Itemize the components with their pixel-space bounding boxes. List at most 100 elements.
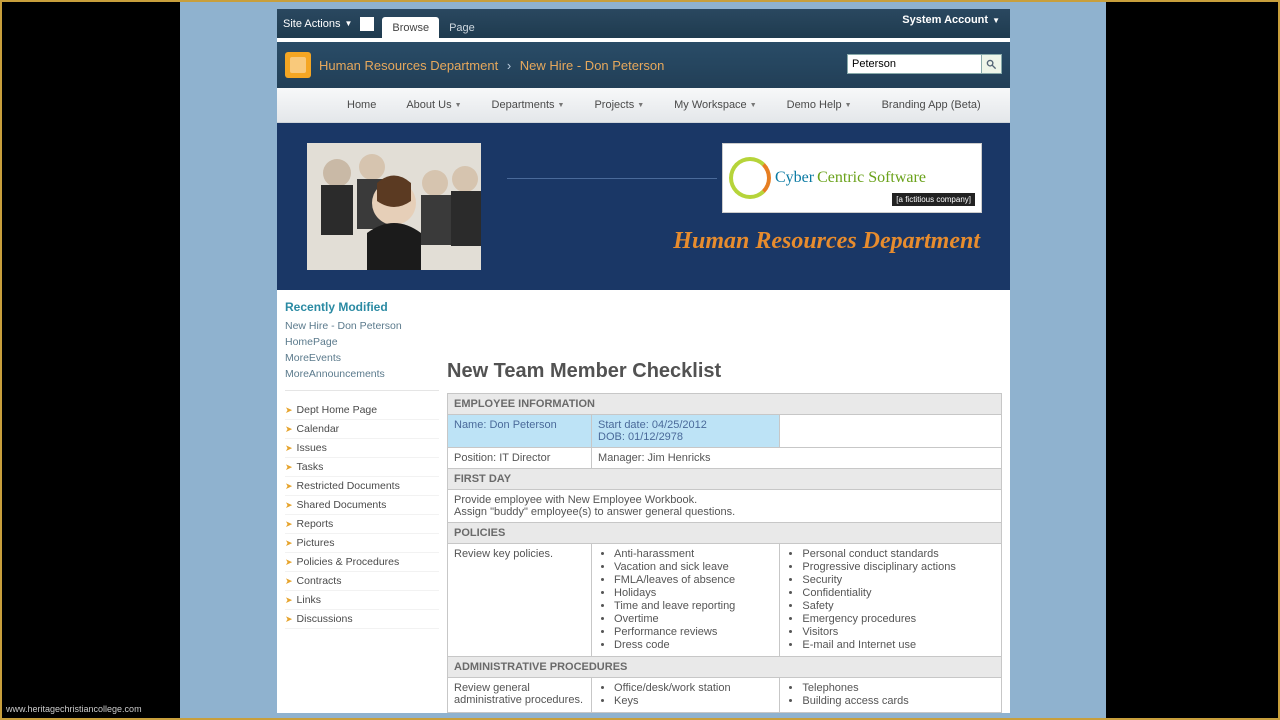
arrow-icon: ➤ [285,576,293,587]
arrow-icon: ➤ [285,595,293,606]
nav-my-workspace[interactable]: My Workspace▼ [674,99,756,111]
list-item: Anti-harassment [614,548,773,560]
ql-links[interactable]: ➤Links [285,591,439,610]
list-item: Holidays [614,587,773,599]
ql-pictures[interactable]: ➤Pictures [285,534,439,553]
list-item: Security [802,574,995,586]
arrow-icon: ➤ [285,500,293,511]
emp-blank [780,415,1002,448]
edit-page-icon[interactable] [360,17,374,31]
ql-tasks[interactable]: ➤Tasks [285,458,439,477]
ql-restricted-docs[interactable]: ➤Restricted Documents [285,477,439,496]
watermark: www.heritagechristiancollege.com [6,704,142,714]
tab-page[interactable]: Page [439,17,485,38]
search-input[interactable] [847,54,982,74]
recent-link[interactable]: HomePage [285,336,439,348]
list-item: Dress code [614,639,773,651]
emp-manager: Manager: Jim Henricks [592,448,1002,469]
nav-about-us[interactable]: About Us▼ [406,99,461,111]
arrow-icon: ➤ [285,462,293,473]
ql-policies[interactable]: ➤Policies & Procedures [285,553,439,572]
sidebar-divider [285,390,439,391]
arrow-icon: ➤ [285,614,293,625]
company-logo-text: CyberCentric Software [775,169,926,187]
ribbon-tabs: Browse Page [382,9,484,38]
list-item: Personal conduct standards [802,548,995,560]
nav-home[interactable]: Home [347,99,376,111]
list-item: Confidentiality [802,587,995,599]
system-account-menu[interactable]: System Account ▼ [902,14,1000,26]
chevron-down-icon: ▼ [344,19,352,28]
list-item: Keys [614,695,773,707]
ql-issues[interactable]: ➤Issues [285,439,439,458]
chevron-down-icon: ▼ [455,102,462,109]
recently-modified-header: Recently Modified [285,300,439,314]
list-item: E-mail and Internet use [802,639,995,651]
arrow-icon: ➤ [285,557,293,568]
search-icon [986,59,997,70]
arrow-icon: ➤ [285,481,293,492]
breadcrumb-root[interactable]: Human Resources Department [319,58,498,73]
section-admin: ADMINISTRATIVE PROCEDURES [448,657,1002,678]
page-title: New Team Member Checklist [447,360,1002,383]
policies-intro: Review key policies. [448,544,592,657]
breadcrumb: Human Resources Department › New Hire - … [319,58,664,73]
recent-link[interactable]: New Hire - Don Peterson [285,320,439,332]
system-account-label: System Account [902,14,988,26]
chevron-down-icon: ▼ [845,102,852,109]
hero-dept-title: Human Resources Department [673,228,980,255]
ql-reports[interactable]: ➤Reports [285,515,439,534]
arrow-icon: ➤ [285,538,293,549]
list-item: Safety [802,600,995,612]
ql-contracts[interactable]: ➤Contracts [285,572,439,591]
fictitious-badge: [a fictitious company] [892,193,975,206]
tab-browse[interactable]: Browse [382,17,439,38]
ql-discussions[interactable]: ➤Discussions [285,610,439,629]
section-policies: POLICIES [448,523,1002,544]
site-logo-icon[interactable] [285,52,311,78]
recent-link[interactable]: MoreEvents [285,352,439,364]
chevron-down-icon: ▼ [637,102,644,109]
list-item: Office/desk/work station [614,682,773,694]
ribbon-bar: Site Actions ▼ Browse Page System Accoun… [277,9,1010,38]
list-item: Emergency procedures [802,613,995,625]
arrow-icon: ➤ [285,405,293,416]
chevron-down-icon: ▼ [558,102,565,109]
emp-name: Name: Don Peterson [448,415,592,448]
admin-intro: Review general administrative procedures… [448,678,592,713]
list-item: Performance reviews [614,626,773,638]
list-item: FMLA/leaves of absence [614,574,773,586]
nav-branding-app[interactable]: Branding App (Beta) [882,99,981,111]
breadcrumb-leaf[interactable]: New Hire - Don Peterson [520,58,665,73]
hero-banner: CyberCentric Software [a fictitious comp… [277,123,1010,290]
recent-link[interactable]: MoreAnnouncements [285,368,439,380]
list-item: Progressive disciplinary actions [802,561,995,573]
list-item: Time and leave reporting [614,600,773,612]
admin-col3: TelephonesBuilding access cards [780,678,1002,713]
main-content: New Team Member Checklist EMPLOYEE INFOR… [447,290,1010,713]
ql-shared-docs[interactable]: ➤Shared Documents [285,496,439,515]
ql-dept-home[interactable]: ➤Dept Home Page [285,401,439,420]
breadcrumb-sep: › [507,58,511,73]
recently-modified-list: New Hire - Don Peterson HomePage MoreEve… [285,320,439,380]
site-actions-menu[interactable]: Site Actions ▼ [283,18,352,30]
nav-projects[interactable]: Projects▼ [594,99,644,111]
ql-calendar[interactable]: ➤Calendar [285,420,439,439]
title-bar: Human Resources Department › New Hire - … [277,42,1010,88]
arrow-icon: ➤ [285,424,293,435]
site-actions-label: Site Actions [283,18,340,30]
hero-divider [507,178,717,179]
search-go-button[interactable] [982,54,1002,74]
emp-position: Position: IT Director [448,448,592,469]
company-logo-icon [729,157,771,199]
nav-departments[interactable]: Departments▼ [492,99,565,111]
left-sidebar: Recently Modified New Hire - Don Peterso… [277,290,447,713]
arrow-icon: ➤ [285,443,293,454]
policies-col2: Anti-harassmentVacation and sick leaveFM… [592,544,780,657]
list-item: Telephones [802,682,995,694]
nav-demo-help[interactable]: Demo Help▼ [787,99,852,111]
company-logo-card: CyberCentric Software [a fictitious comp… [722,143,982,213]
list-item: Vacation and sick leave [614,561,773,573]
list-item: Building access cards [802,695,995,707]
emp-start-dob: Start date: 04/25/2012DOB: 01/12/2978 [592,415,780,448]
